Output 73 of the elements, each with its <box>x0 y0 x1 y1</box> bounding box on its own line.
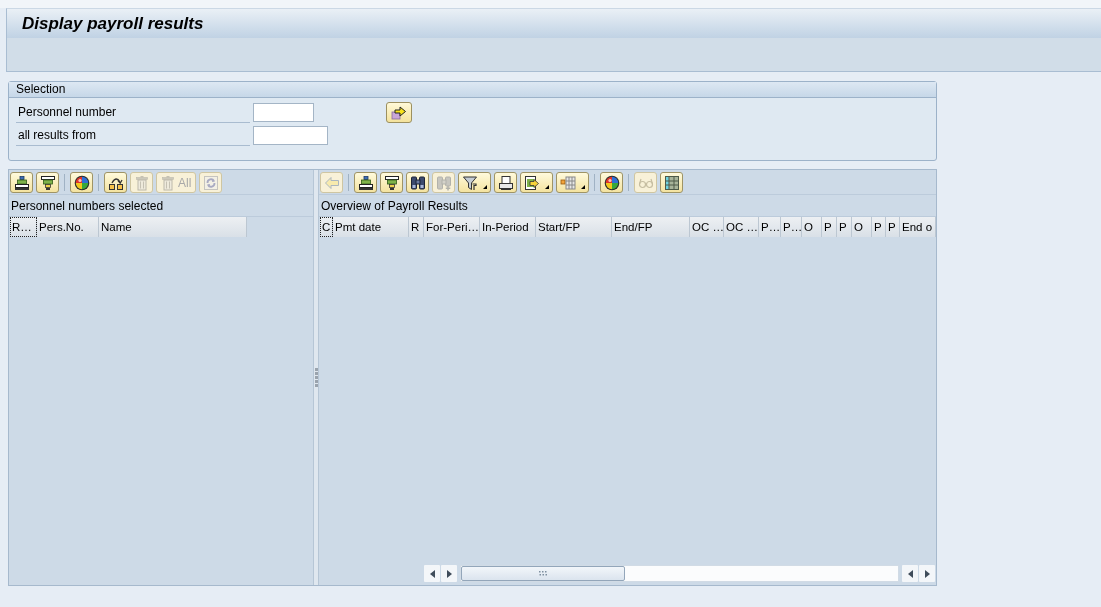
column-header[interactable]: O <box>852 217 872 237</box>
column-header[interactable]: P <box>886 217 900 237</box>
pyramid-icon <box>358 174 374 191</box>
trash-icon <box>134 174 150 191</box>
column-header[interactable]: P <box>837 217 852 237</box>
column-header[interactable]: Name <box>99 217 247 237</box>
color-wheel-icon <box>74 174 90 191</box>
color-settings-button[interactable] <box>70 172 93 193</box>
scroll-left-button[interactable] <box>902 565 918 582</box>
caret-icon <box>483 185 487 189</box>
sort-ascending-button[interactable] <box>354 172 377 193</box>
caret-left-icon <box>429 569 435 578</box>
arrow-right-icon <box>391 104 407 121</box>
printer-icon <box>498 174 514 191</box>
input-field[interactable] <box>253 103 314 122</box>
column-header[interactable]: Pmt date <box>333 217 409 237</box>
column-header[interactable]: O <box>802 217 822 237</box>
column-header[interactable]: Pers.No. <box>37 217 99 237</box>
sort-descending-button[interactable] <box>380 172 403 193</box>
column-header[interactable]: C <box>320 217 333 237</box>
column-header[interactable]: R… <box>10 217 37 237</box>
caret-right-icon <box>924 569 930 578</box>
column-header[interactable]: End/FP <box>612 217 690 237</box>
table-icon <box>664 174 680 191</box>
table-button[interactable] <box>660 172 683 193</box>
color-settings-button[interactable] <box>600 172 623 193</box>
window-title: Display payroll results <box>22 13 204 34</box>
scrollbar-thumb[interactable] <box>461 566 625 581</box>
scroll-right-button[interactable] <box>441 565 457 582</box>
column-header[interactable]: P <box>872 217 886 237</box>
print-button[interactable] <box>494 172 517 193</box>
binoculars-icon <box>410 174 426 191</box>
column-header[interactable]: R <box>409 217 424 237</box>
caret-right-icon <box>446 569 452 578</box>
scroll-left-button[interactable] <box>424 565 440 582</box>
grip-icon <box>314 368 318 387</box>
scroll-right-button[interactable] <box>919 565 935 582</box>
swap-button[interactable] <box>104 172 127 193</box>
caret-icon <box>581 185 585 189</box>
left-arrow-icon <box>324 174 340 191</box>
pyramid-icon <box>14 174 30 191</box>
column-header[interactable]: Start/FP <box>536 217 612 237</box>
inverted-pyramid-icon <box>40 174 56 191</box>
column-header[interactable]: In-Period <box>480 217 536 237</box>
column-header[interactable]: OC … <box>690 217 724 237</box>
grip-icon <box>539 571 547 576</box>
scrollbar-track[interactable] <box>460 565 899 582</box>
trash-icon <box>160 174 176 191</box>
execute-button[interactable] <box>386 102 412 123</box>
binoculars-plus-icon <box>436 174 452 191</box>
group-title: Selection <box>9 82 936 98</box>
field-label: Personnel number <box>16 102 250 123</box>
inverted-pyramid-icon <box>384 174 400 191</box>
column-header[interactable]: P <box>822 217 837 237</box>
export-button[interactable] <box>520 172 553 193</box>
funnel-icon <box>462 174 478 191</box>
document-arrow-icon <box>524 174 540 191</box>
input-field[interactable] <box>253 126 328 145</box>
column-header[interactable]: OC … <box>724 217 759 237</box>
find-button[interactable] <box>406 172 429 193</box>
column-header[interactable]: End o <box>900 217 936 237</box>
filter-button[interactable] <box>458 172 491 193</box>
sort-descending-button[interactable] <box>36 172 59 193</box>
caret-icon <box>545 185 549 189</box>
sort-ascending-button[interactable] <box>10 172 33 193</box>
grid-icon <box>560 174 576 191</box>
column-header[interactable]: P… <box>781 217 802 237</box>
refresh-icon <box>203 174 219 191</box>
caret-left-icon <box>907 569 913 578</box>
column-header[interactable]: P… <box>759 217 781 237</box>
column-header[interactable]: For-Peri… <box>424 217 480 237</box>
field-label: all results from <box>16 125 250 146</box>
color-wheel-icon <box>604 174 620 191</box>
